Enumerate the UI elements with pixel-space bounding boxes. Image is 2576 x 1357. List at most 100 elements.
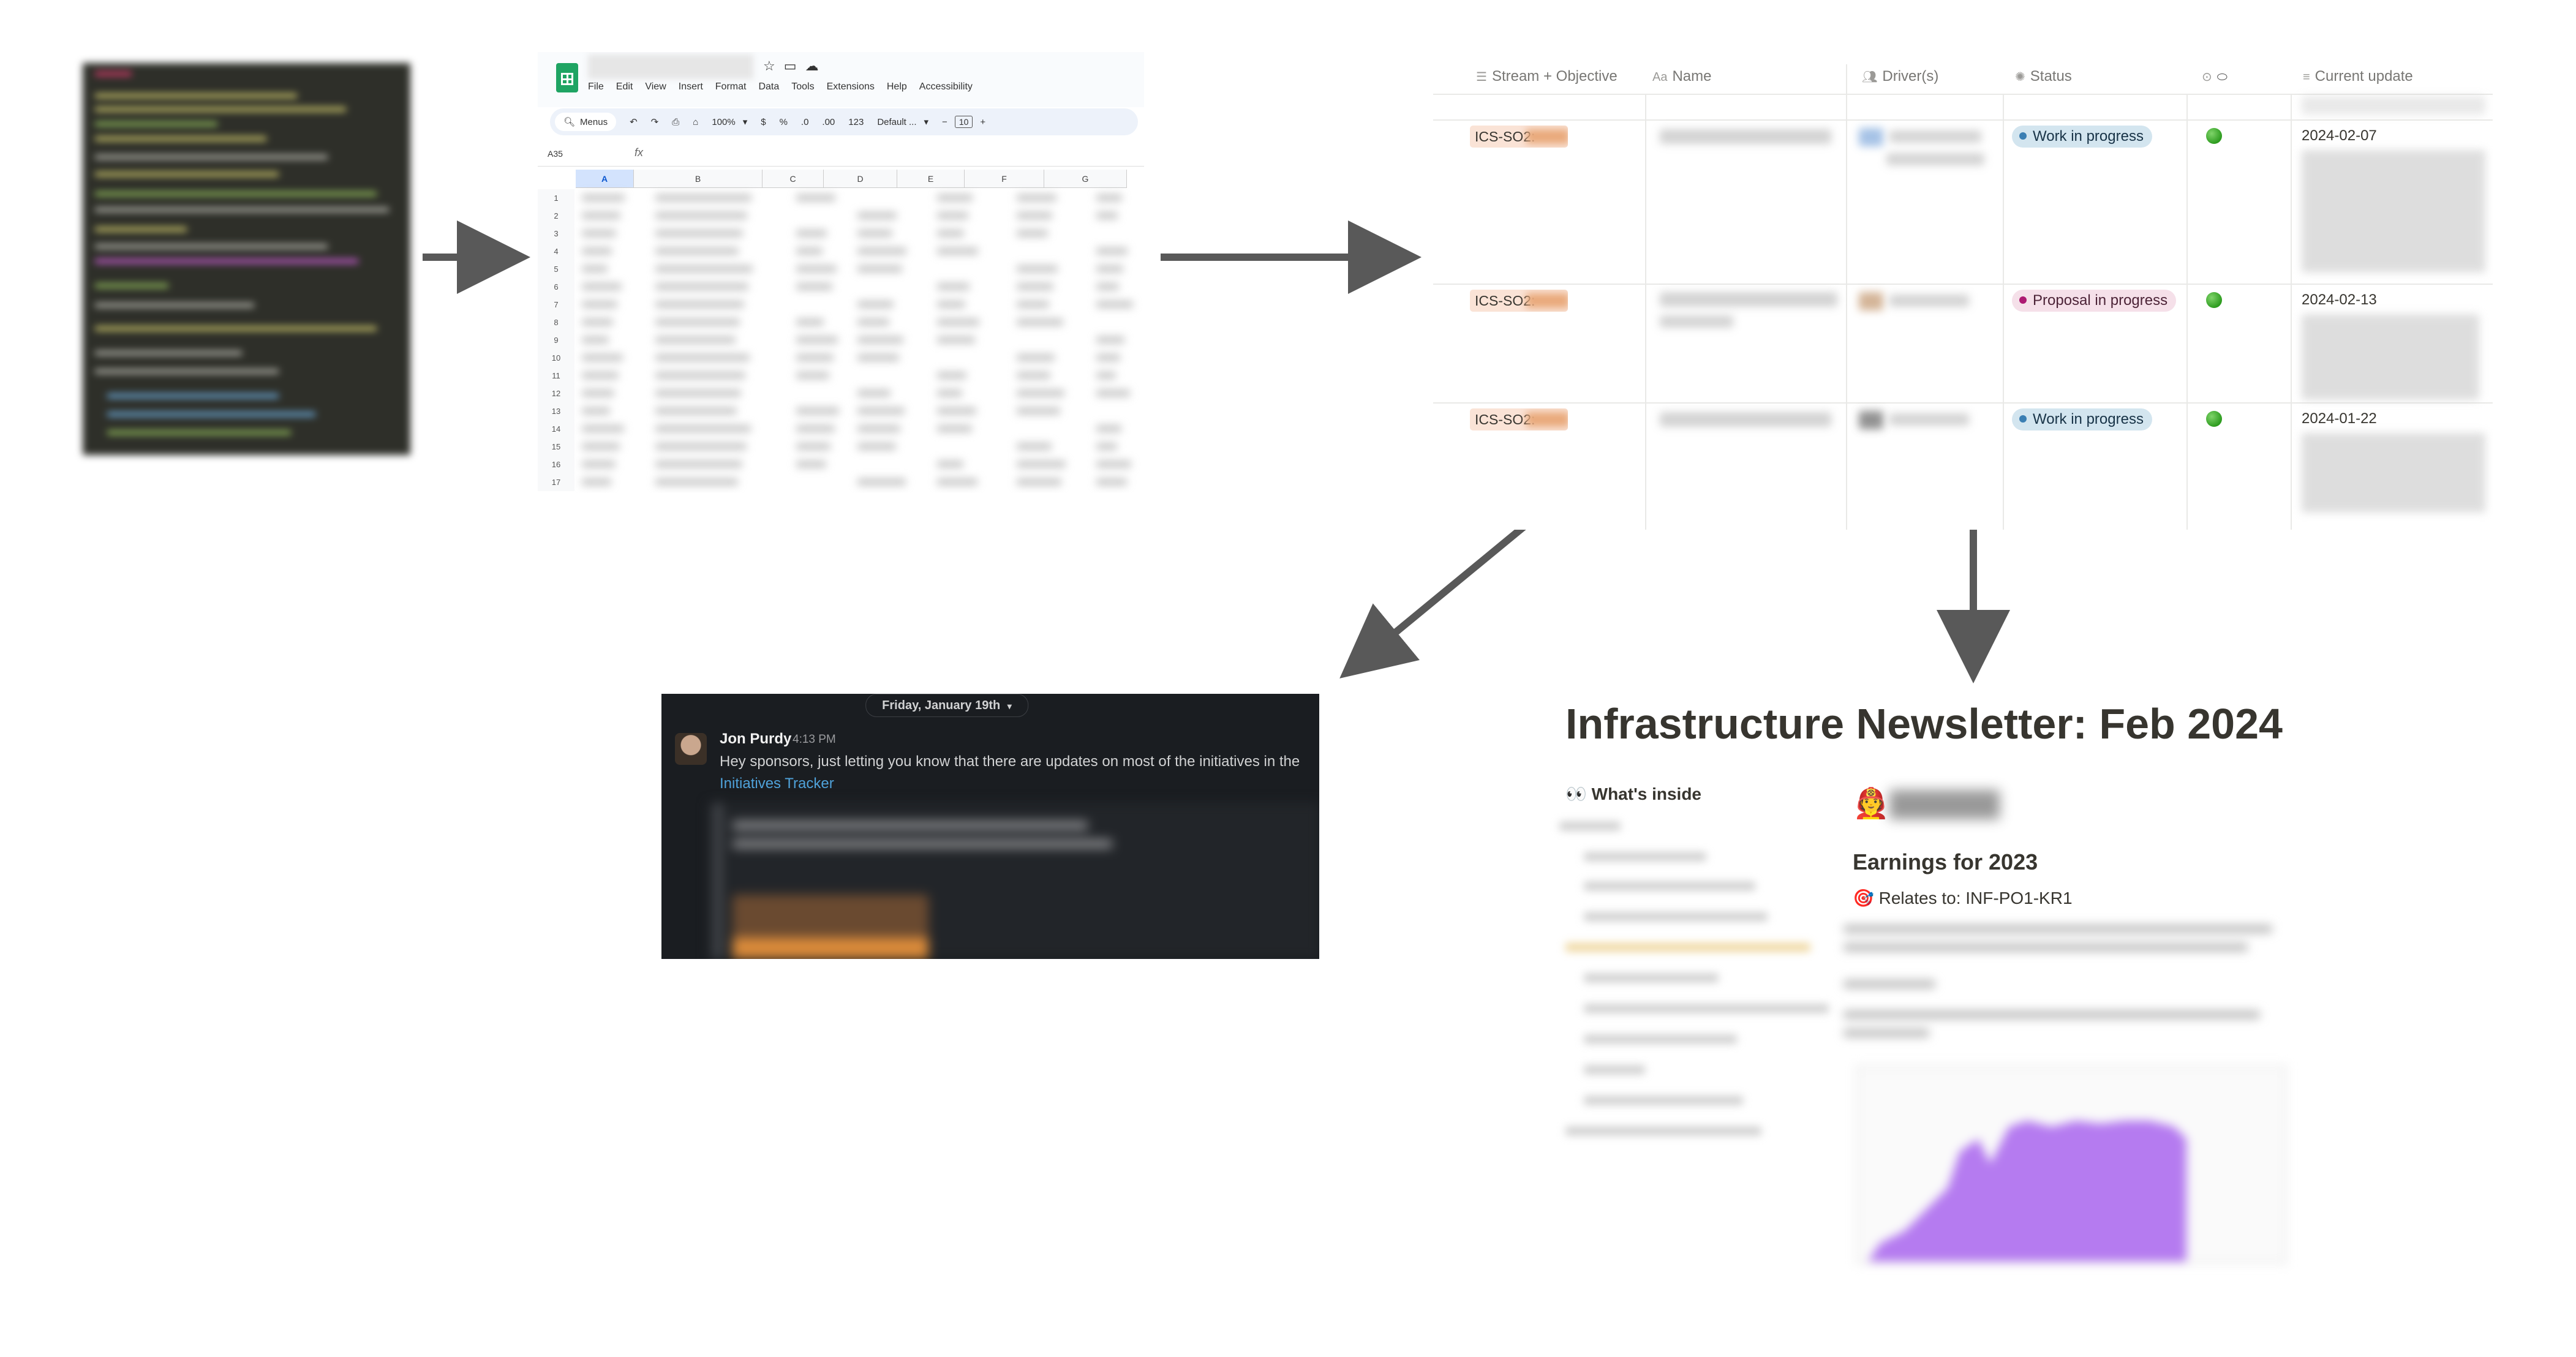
blurred-cell [1017, 407, 1060, 415]
status-badge[interactable]: Proposal in progress [2012, 290, 2177, 312]
blurred-newsletter-body [1843, 919, 2287, 1264]
menus-search[interactable]: 🔍︎ Menus [555, 113, 617, 131]
row-number[interactable]: 11 [538, 367, 574, 385]
row-number[interactable]: 4 [538, 242, 574, 260]
currency-button[interactable]: $ [761, 117, 766, 127]
stream-tag[interactable]: ICS-SO2: [1470, 290, 1568, 312]
header-rag[interactable]: ⊙ ⬭ [2202, 68, 2232, 85]
menu-data[interactable]: Data [758, 81, 779, 92]
blurred-line [733, 840, 1112, 848]
blurred-cell [582, 212, 620, 219]
decrease-decimal-button[interactable]: .0 [801, 117, 809, 127]
column-header[interactable]: G [1044, 170, 1127, 188]
row-number[interactable]: 9 [538, 331, 574, 349]
zoom-select[interactable]: 100% [712, 117, 735, 127]
column-header[interactable]: C [763, 170, 824, 188]
menu-insert[interactable]: Insert [679, 81, 703, 92]
row-number[interactable]: 17 [538, 473, 574, 491]
cloud-icon[interactable]: ☁ [805, 58, 827, 73]
stream-tag[interactable]: ICS-SO2: [1470, 408, 1568, 430]
undo-icon[interactable]: ↶ [630, 116, 638, 127]
toc-line [1584, 912, 1768, 921]
header-drivers[interactable]: 👥︎ Driver(s) [1862, 68, 1938, 85]
row-number[interactable]: 15 [538, 438, 574, 456]
blurred-cell [655, 389, 741, 397]
status-badge[interactable]: Work in progress [2012, 408, 2152, 430]
blurred-cell [582, 425, 624, 432]
column-header[interactable]: D [824, 170, 897, 188]
stream-tag[interactable]: ICS-SO2: [1470, 126, 1568, 148]
header-current-update[interactable]: ≡ Current update [2303, 68, 2413, 85]
row-number[interactable]: 14 [538, 420, 574, 438]
blurred-attachment [708, 803, 1319, 959]
redo-icon[interactable]: ↷ [651, 116, 659, 127]
header-stream-objective[interactable]: ☰ Stream + Objective [1476, 68, 1618, 85]
blurred-cell [1017, 265, 1058, 273]
blurred-image-band [733, 938, 928, 959]
col-divider [1846, 64, 1847, 530]
menu-file[interactable]: File [588, 81, 604, 92]
row-number[interactable]: 16 [538, 456, 574, 473]
chevron-down-icon[interactable]: ▾ [743, 116, 748, 127]
row-number[interactable]: 3 [538, 225, 574, 242]
row-number[interactable]: 6 [538, 278, 574, 296]
menu-help[interactable]: Help [887, 81, 907, 92]
folder-icon[interactable]: ▭ [784, 58, 805, 73]
sheets-logo-icon[interactable] [556, 63, 578, 92]
row-number[interactable]: 10 [538, 349, 574, 367]
row-number[interactable]: 2 [538, 207, 574, 225]
percent-button[interactable]: % [780, 117, 788, 127]
menu-format[interactable]: Format [715, 81, 747, 92]
date-divider[interactable]: Friday, January 19th ▾ [865, 694, 1028, 717]
terminal-line [95, 369, 279, 374]
row-number[interactable]: 5 [538, 260, 574, 278]
minus-icon[interactable]: − [942, 117, 947, 127]
menu-view[interactable]: View [645, 81, 666, 92]
stream-tag-blurred [1526, 129, 1568, 144]
paint-format-icon[interactable]: ⌂ [693, 117, 698, 127]
update-text-blurred [2302, 433, 2485, 513]
author-name[interactable]: Jon Purdy [720, 731, 791, 748]
column-header[interactable]: F [965, 170, 1044, 188]
header-label: Status [2030, 68, 2072, 85]
column-header[interactable]: A [576, 170, 634, 188]
blurred-cell [796, 425, 835, 432]
status-badge[interactable]: Work in progress [2012, 126, 2152, 148]
number-format-button[interactable]: 123 [848, 117, 864, 127]
name-box[interactable]: A35 [548, 149, 563, 159]
terminal-line [95, 284, 168, 288]
print-icon[interactable]: ⎙ [672, 117, 679, 127]
initiatives-tracker-link[interactable]: Initiatives Tracker [720, 775, 834, 792]
column-header[interactable]: B [634, 170, 763, 188]
font-size-input[interactable]: 10 [954, 116, 973, 128]
star-icon[interactable]: ☆ [763, 58, 784, 73]
menu-tools[interactable]: Tools [791, 81, 814, 92]
increase-decimal-button[interactable]: .00 [822, 117, 835, 127]
row-number[interactable]: 13 [538, 402, 574, 420]
row-number[interactable]: 8 [538, 314, 574, 331]
blurred-cell [655, 336, 736, 344]
menu-accessibility[interactable]: Accessibility [919, 81, 973, 92]
terminal-line [95, 155, 328, 159]
row-number[interactable]: 1 [538, 189, 574, 207]
header-status[interactable]: ✺ Status [2015, 68, 2072, 85]
blurred-cell [655, 478, 738, 486]
menu-edit[interactable]: Edit [616, 81, 633, 92]
blurred-cell [1017, 301, 1049, 308]
toc-line [1565, 943, 1810, 952]
sheet-title-blurred[interactable] [588, 55, 753, 79]
header-name[interactable]: Aa Name [1652, 68, 1712, 85]
message-time[interactable]: 4:13 PM [793, 733, 836, 746]
plus-icon[interactable]: + [980, 117, 985, 127]
chart-area-fill [1868, 1121, 2186, 1261]
avatar[interactable] [675, 733, 707, 765]
menu-extensions[interactable]: Extensions [827, 81, 875, 92]
status-label: Proposal in progress [2033, 292, 2168, 309]
row-number[interactable]: 7 [538, 296, 574, 314]
header-label: Name [1672, 68, 1712, 85]
column-header[interactable]: E [897, 170, 965, 188]
font-select[interactable]: Default ... [877, 117, 916, 127]
row-number[interactable]: 12 [538, 385, 574, 402]
google-sheets-window: ☆▭☁ File Edit View Insert Format Data To… [538, 52, 1144, 493]
chevron-down-icon[interactable]: ▾ [924, 116, 929, 127]
